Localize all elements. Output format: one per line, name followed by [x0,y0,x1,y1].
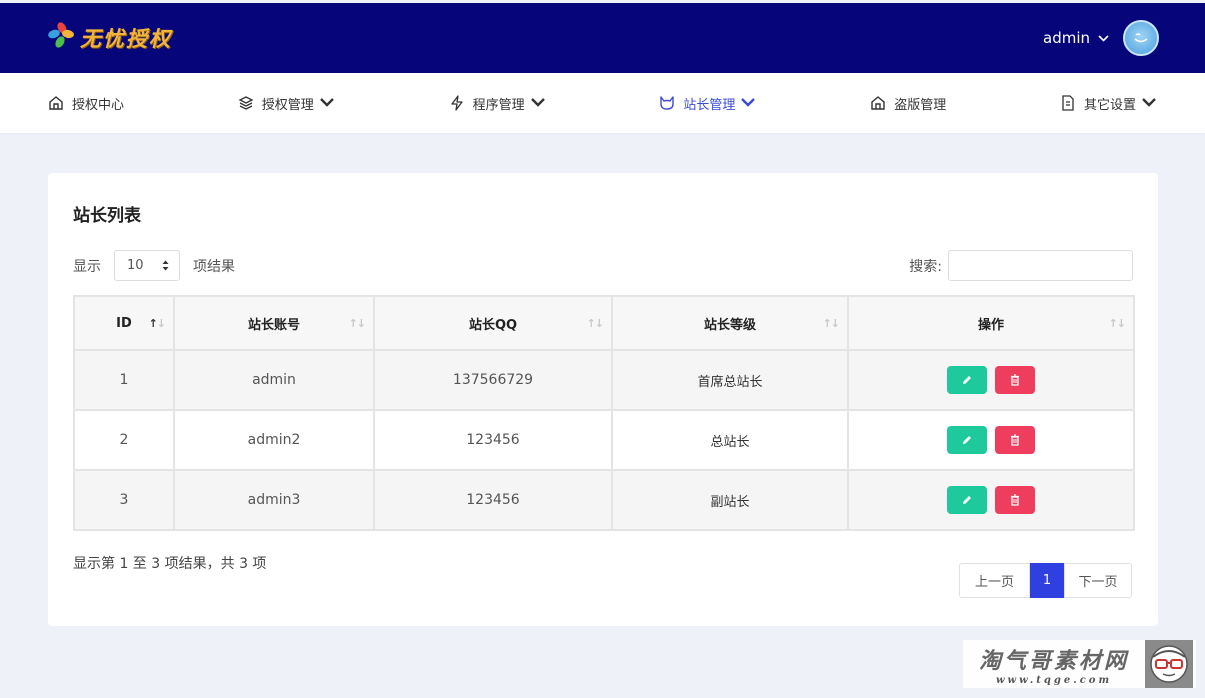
nav-label: 其它设置 [1083,97,1136,113]
cell-actions [847,409,1135,471]
home-icon [49,96,63,110]
document-icon [1062,95,1074,111]
nav-label: 授权管理 [261,97,314,113]
cat-icon [660,96,675,110]
chevron-down-icon [1141,94,1157,113]
edit-button[interactable] [946,366,987,394]
page-length-select[interactable]: 10 [114,250,180,281]
column-header-actions[interactable]: 操作 ↑↓ [847,295,1135,351]
glasses-face-icon [1145,640,1193,688]
nav-label: 站长管理 [683,97,736,113]
cell-id: 2 [73,409,175,471]
pencil-icon [962,376,971,384]
trash-icon [1011,374,1020,386]
sort-asc-icon: ↑↓ [148,317,166,330]
search-control: 搜索: [909,250,1133,281]
logo-text: 无忧授权 [80,26,172,51]
sort-icon: ↑↓ [822,317,840,330]
cell-level: 总站长 [611,409,849,471]
cell-id: 3 [73,469,175,531]
main-nav: 授权中心 授权管理 程序管理 站长管理 盗版管理 其它设置 [0,73,1205,133]
length-suffix: 项结果 [193,258,235,275]
webmaster-table: ID ↑↓ 站长账号 ↑↓ 站长QQ ↑↓ 站长等级 ↑↓ 操作 ↑↓ 1 admin 1… [73,295,1135,531]
column-label: 操作 [977,317,1004,333]
page-length-value: 10 [127,258,144,273]
pencil-icon [962,436,971,444]
page-length-control: 显示 10 项结果 [73,250,235,281]
table-row: 3 admin3 123456 副站长 [73,469,1135,531]
column-label: ID [116,315,132,331]
nav-label: 盗版管理 [894,97,947,113]
user-menu[interactable]: admin [1043,29,1109,47]
length-prefix: 显示 [73,258,101,275]
watermark: 淘气哥素材网 www.tqge.com [963,640,1196,688]
nav-label: 授权中心 [72,97,125,113]
trash-icon [1011,434,1020,446]
lightning-icon [450,95,463,111]
column-header-id[interactable]: ID ↑↓ [73,295,175,351]
column-label: 站长等级 [703,317,756,333]
nav-label: 程序管理 [472,97,525,113]
column-label: 站长QQ [468,317,518,333]
pagination: 上一页 1 下一页 [959,563,1132,598]
chevron-down-icon [1098,34,1109,42]
cell-qq: 123456 [373,409,613,471]
page-button-current[interactable]: 1 [1030,563,1064,598]
trash-icon [1011,494,1020,506]
sort-icon: ↑↓ [348,317,366,330]
prev-page-button[interactable]: 上一页 [959,563,1030,598]
chevron-down-icon [530,94,546,113]
webmaster-list-card: 站长列表 显示 10 项结果 搜索: ID ↑↓ 站长账号 ↑↓ 站长QQ ↑↓ 站长… [48,173,1158,626]
nav-item-other-settings[interactable]: 其它设置 [1060,94,1157,113]
delete-button[interactable] [995,366,1036,394]
cell-level: 首席总站长 [611,349,849,411]
cell-actions [847,469,1135,531]
cell-level: 副站长 [611,469,849,531]
logo-flower-icon [46,20,76,52]
delete-button[interactable] [995,486,1036,514]
cell-account: admin3 [173,469,375,531]
sort-icon: ↑↓ [586,317,604,330]
cell-id: 1 [73,349,175,411]
cell-qq: 137566729 [373,349,613,411]
column-header-level[interactable]: 站长等级 ↑↓ [611,295,849,351]
home-icon [871,96,885,110]
column-header-account[interactable]: 站长账号 ↑↓ [173,295,375,351]
watermark-text: 淘气哥素材网 [978,647,1129,674]
edit-button[interactable] [946,486,987,514]
table-row: 2 admin2 123456 总站长 [73,409,1135,471]
nav-item-piracy-manage[interactable]: 盗版管理 [870,94,946,113]
cell-account: admin2 [173,409,375,471]
column-header-qq[interactable]: 站长QQ ↑↓ [373,295,613,351]
search-label: 搜索: [909,258,942,275]
nav-item-auth-center[interactable]: 授权中心 [48,94,124,113]
cell-actions [847,349,1135,411]
chevron-down-icon [740,94,756,113]
watermark-url: www.tqge.com [995,674,1113,686]
select-arrows-icon [162,260,169,271]
sort-icon: ↑↓ [1108,317,1126,330]
cell-qq: 123456 [373,469,613,531]
nav-item-webmaster-manage[interactable]: 站长管理 [659,94,756,113]
column-label: 站长账号 [247,317,300,333]
user-name: admin [1043,29,1090,47]
nav-item-auth-manage[interactable]: 授权管理 [238,94,335,113]
page-title: 站长列表 [73,206,141,226]
layers-icon [238,96,254,110]
table-info: 显示第 1 至 3 项结果，共 3 项 [73,556,267,572]
table-row: 1 admin 137566729 首席总站长 [73,349,1135,411]
delete-button[interactable] [995,426,1036,454]
search-input[interactable] [948,250,1133,281]
pencil-icon [962,496,971,504]
logo[interactable]: 无忧授权 [46,20,172,53]
next-page-button[interactable]: 下一页 [1064,563,1132,598]
cell-account: admin [173,349,375,411]
edit-button[interactable] [946,426,987,454]
avatar[interactable] [1123,20,1159,56]
chevron-down-icon [319,94,335,113]
nav-item-program-manage[interactable]: 程序管理 [449,94,546,113]
top-bar: 无忧授权 admin [0,3,1205,73]
